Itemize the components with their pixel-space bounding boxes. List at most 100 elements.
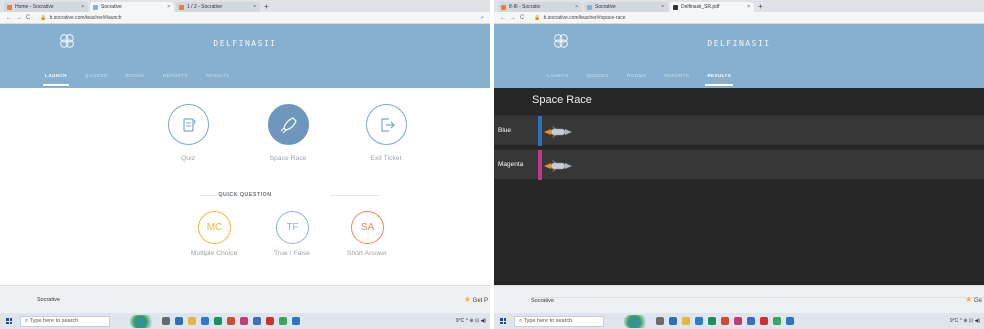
windows-start-icon[interactable] [6, 318, 12, 324]
launch-panel: Quiz Space Race Exit Ticket QUICK QUESTI… [0, 88, 490, 285]
quick-question-heading: QUICK QUESTION [218, 192, 272, 198]
space-race-button[interactable] [268, 104, 309, 145]
browser-tab[interactable]: Home - Socrative × [4, 2, 88, 12]
taskbar-app-icon[interactable] [292, 317, 300, 325]
close-icon[interactable]: × [661, 4, 664, 10]
taskbar-app-icon[interactable] [682, 317, 690, 325]
browser-tab[interactable]: Socrative × [584, 2, 668, 12]
space-race-results: Space Race Blue Magenta [494, 88, 984, 285]
new-tab-button[interactable]: + [758, 2, 763, 12]
short-answer-button[interactable]: SA [351, 211, 384, 244]
browser-tab[interactable]: Delfinasii_SR.pdf × [670, 2, 754, 12]
taskbar-app-icon[interactable] [760, 317, 768, 325]
browser-tab-bar: 8-III - Socrativ × Socrative × Delfinasii_… [494, 0, 984, 12]
quiz-button[interactable] [168, 104, 209, 145]
nav-quizzes[interactable]: QUIZZES [577, 71, 618, 81]
mc-abbr: MC [206, 222, 223, 233]
taskbar-app-icon[interactable] [227, 317, 235, 325]
taskbar-app-icon[interactable] [656, 317, 664, 325]
multiple-choice-label: Multiple Choice [190, 250, 238, 257]
close-icon[interactable]: × [167, 4, 170, 10]
taskbar-app-icon[interactable] [773, 317, 781, 325]
team-lane-magenta: Magenta [494, 149, 984, 180]
multiple-choice-button[interactable]: MC [198, 211, 231, 244]
windows-taskbar: ⌕ Type here to search 9°C ^ ⊕ ⊡ ◀) [494, 313, 984, 329]
taskbar-app-icon[interactable] [747, 317, 755, 325]
search-placeholder: Type here to search [523, 318, 573, 324]
taskbar-app-icon[interactable] [201, 317, 209, 325]
taskbar-app-icon[interactable] [695, 317, 703, 325]
taskbar-app-icon[interactable] [669, 317, 677, 325]
close-icon[interactable]: × [747, 4, 750, 10]
taskbar-search-input[interactable]: ⌕ Type here to search [514, 315, 604, 327]
weather-icon[interactable] [130, 314, 156, 328]
taskbar-app-icon[interactable] [734, 317, 742, 325]
share-icon[interactable]: ⇗ [480, 15, 484, 21]
get-pro-label: Get P [472, 298, 488, 304]
taskbar-app-icon[interactable] [721, 317, 729, 325]
taskbar-app-icon[interactable] [214, 317, 222, 325]
nav-reports[interactable]: REPORTS [154, 71, 197, 81]
get-pro-label: Ge [973, 298, 982, 304]
taskbar-app-icon[interactable] [279, 317, 287, 325]
space-race-label: Space Race [269, 155, 307, 162]
navigation-icons[interactable]: ←→C [500, 15, 528, 21]
tab-label: Socrative [101, 4, 122, 10]
new-tab-button[interactable]: + [264, 2, 269, 12]
system-tray[interactable]: 9°C ^ ⊕ ⊡ ◀) [950, 318, 980, 324]
nav-rooms[interactable]: ROOMS [117, 71, 154, 81]
url-text[interactable]: b.socrative.com/teacher/#space-race [544, 15, 626, 21]
weather-icon[interactable] [624, 314, 650, 328]
team-name: Blue [498, 127, 512, 134]
tab-label: Socrative [595, 4, 616, 10]
address-bar[interactable]: ←→C 🔒 b.socrative.com/teacher/#space-rac… [494, 12, 984, 24]
nav-results[interactable]: RESULTS [197, 71, 239, 81]
browser-tab[interactable]: 1 / 2 - Socrative × [176, 2, 260, 12]
taskbar-app-icon[interactable] [162, 317, 170, 325]
nav-results[interactable]: RESULTS [698, 71, 740, 86]
url-text[interactable]: b.socrative.com/teacher/#launch [50, 15, 122, 21]
taskbar-search-input[interactable]: ⌕ Type here to search [20, 315, 110, 327]
nav-rooms[interactable]: ROOMS [618, 71, 655, 81]
tab-label: 1 / 2 - Socrative [187, 4, 223, 10]
quiz-icon [182, 117, 195, 132]
nav-quizzes[interactable]: QUIZZES [76, 71, 117, 81]
browser-tab[interactable]: Socrative × [90, 2, 174, 12]
team-lane-blue: Blue [494, 115, 984, 146]
get-pro-link[interactable]: ★ Ge [965, 295, 982, 304]
system-tray[interactable]: 9°C ^ ⊕ ⊡ ◀) [456, 318, 486, 324]
get-pro-link[interactable]: ★ Get P [464, 295, 488, 304]
browser-tab-bar: Home - Socrative × Socrative × 1 / 2 - Soc… [0, 0, 490, 12]
taskbar-apps [656, 317, 794, 325]
close-icon[interactable]: × [253, 4, 256, 10]
main-nav: LAUNCH QUIZZES ROOMS REPORTS RESULTS [36, 71, 239, 86]
search-placeholder: Type here to search [29, 318, 79, 324]
true-false-button[interactable]: TF [276, 211, 309, 244]
taskbar-app-icon[interactable] [266, 317, 274, 325]
rocket-icon [280, 116, 297, 133]
tab-favicon-icon [673, 4, 678, 10]
nav-launch[interactable]: LAUNCH [538, 71, 577, 81]
browser-tab[interactable]: 8-III - Socrativ × [498, 2, 582, 12]
nav-launch[interactable]: LAUNCH [36, 71, 76, 86]
close-icon[interactable]: × [81, 4, 84, 10]
taskbar-app-icon[interactable] [786, 317, 794, 325]
left-screenshot: Home - Socrative × Socrative × 1 / 2 - Soc… [0, 0, 490, 329]
nav-reports[interactable]: REPORTS [655, 71, 698, 81]
exit-ticket-button[interactable] [366, 104, 407, 145]
close-icon[interactable]: × [575, 4, 578, 10]
navigation-icons[interactable]: ←→C [6, 15, 34, 21]
windows-start-icon[interactable] [500, 318, 506, 324]
taskbar-app-icon[interactable] [708, 317, 716, 325]
taskbar-app-icon[interactable] [240, 317, 248, 325]
right-screenshot: 8-III - Socrativ × Socrative × Delfinasii_… [494, 0, 984, 329]
address-bar[interactable]: ←→C 🔒 b.socrative.com/teacher/#launch ⇗ [0, 12, 490, 24]
tab-favicon-icon [587, 4, 592, 10]
taskbar-app-icon[interactable] [188, 317, 196, 325]
taskbar-app-icon[interactable] [253, 317, 261, 325]
exit-ticket-label: Exit Ticket [370, 155, 402, 162]
taskbar-app-icon[interactable] [175, 317, 183, 325]
sa-abbr: SA [360, 222, 375, 233]
team-color-bar [538, 150, 542, 180]
team-color-bar [538, 116, 542, 146]
